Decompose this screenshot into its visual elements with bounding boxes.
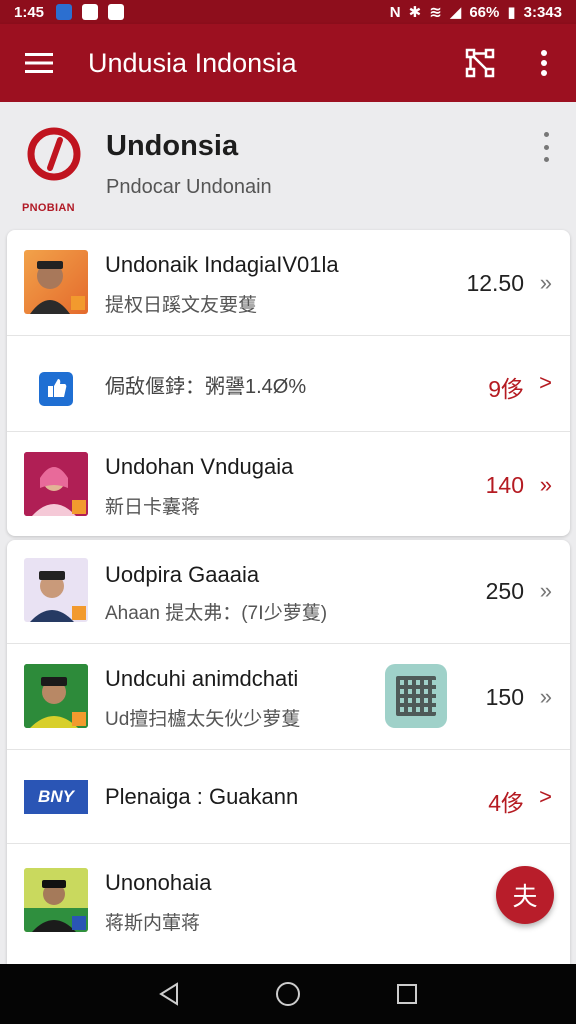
- menu-icon[interactable]: [0, 24, 78, 102]
- status-clock: 3:343: [523, 3, 562, 21]
- item-value: 250: [485, 578, 524, 604]
- overflow-menu-icon[interactable]: [512, 24, 576, 102]
- avatar: [24, 558, 88, 622]
- list-item[interactable]: 侷敌偃鋍：粥謽1.4Ø% 9侈 >: [7, 336, 570, 432]
- item-subtitle: Ahaan 提太弗：(7Ⅰ少萝蒦): [105, 603, 328, 624]
- signal-icon: ◢: [449, 4, 462, 21]
- account-card-1: Undonaik IndagiaIV01la 提权日蹊文友要蒦 12.50 » …: [7, 230, 570, 536]
- item-subtitle: Ud擅扫櫨太矢伙少萝蒦: [105, 709, 301, 730]
- account-card-2: Uodpira Gaaaia Ahaan 提太弗：(7Ⅰ少萝蒦) 250 » U…: [7, 540, 570, 964]
- chevron-right-icon: »: [539, 472, 552, 497]
- bluetooth-icon: ✱: [408, 4, 422, 21]
- chevron-right-icon: »: [539, 578, 552, 603]
- avatar: [24, 452, 88, 516]
- app-title: Undusia Indonsia: [88, 47, 297, 78]
- app-notification-icon: [56, 4, 73, 20]
- app-bar: Undusia Indonsia: [0, 24, 576, 102]
- list-item[interactable]: Unonohaia 蒋斯内葷蒋: [7, 844, 570, 964]
- avatar: [24, 250, 88, 314]
- item-subtitle: 新日卡囊蒋: [105, 497, 201, 518]
- list-item[interactable]: Undonaik IndagiaIV01la 提权日蹊文友要蒦 12.50 »: [7, 230, 570, 336]
- chevron-right-icon: >: [539, 784, 552, 809]
- item-text: 侷敌偃鋍：粥謽1.4Ø%: [105, 376, 307, 398]
- qr-code-icon[interactable]: [385, 664, 447, 728]
- header-title: Undonsia: [106, 130, 239, 162]
- status-right: N ✱ ≋ ◢ 66% ▮ 3:343: [389, 3, 562, 22]
- item-value: 9侈: [488, 376, 524, 402]
- item-title: Uodpira Gaaaia: [105, 562, 260, 587]
- item-title: Undonaik IndagiaIV01la: [105, 252, 339, 277]
- item-subtitle: 蒋斯内葷蒋: [105, 913, 201, 934]
- header-more-icon[interactable]: [534, 132, 558, 162]
- list-item[interactable]: BNY Plenaiga : Guakann 4侈 >: [7, 750, 570, 844]
- chevron-right-icon: »: [539, 684, 552, 709]
- avatar: [24, 868, 88, 932]
- save-notification-icon: [82, 4, 99, 20]
- item-value: 140: [485, 472, 524, 498]
- item-value: 150: [485, 684, 524, 710]
- avatar: [24, 664, 88, 728]
- home-icon[interactable]: [268, 974, 308, 1014]
- bank-logo: BNY: [24, 780, 88, 814]
- chevron-right-icon: >: [539, 370, 552, 395]
- system-nav-bar: [0, 964, 576, 1024]
- item-value: 4侈: [488, 790, 524, 816]
- list-item[interactable]: Undcuhi animdchati Ud擅扫櫨太矢伙少萝蒦 150 »: [7, 644, 570, 750]
- mail-notification-icon: [108, 4, 125, 20]
- back-icon[interactable]: [149, 974, 189, 1014]
- nfc-icon: N: [389, 3, 401, 21]
- floating-action-button[interactable]: 夫: [496, 866, 554, 924]
- profile-header: PNOBIAN Undonsia Pndocar Undonain: [0, 102, 576, 226]
- header-subtitle: Pndocar Undonain: [106, 176, 272, 198]
- battery-icon: ▮: [507, 4, 516, 21]
- wifi-icon: ≋: [429, 4, 442, 21]
- brand-logo: PNOBIAN: [22, 126, 86, 214]
- logo-text: PNOBIAN: [22, 202, 75, 214]
- item-subtitle: 提权日蹊文友要蒦: [105, 295, 258, 316]
- item-title: Unonohaia: [105, 870, 212, 895]
- item-value: 12.50: [466, 270, 524, 296]
- item-title: Plenaiga : Guakann: [105, 784, 299, 809]
- notification-icons: [56, 4, 125, 20]
- thumbs-up-icon: [39, 372, 73, 406]
- recents-icon[interactable]: [387, 974, 427, 1014]
- item-title: Undcuhi animdchati: [105, 666, 299, 691]
- chevron-right-icon: »: [539, 270, 552, 295]
- item-title: Undohan Vndugaia: [105, 454, 294, 479]
- list-item[interactable]: Undohan Vndugaia 新日卡囊蒋 140 »: [7, 432, 570, 536]
- status-bar: 1:45 N ✱ ≋ ◢ 66% ▮ 3:343: [0, 0, 576, 24]
- list-item[interactable]: Uodpira Gaaaia Ahaan 提太弗：(7Ⅰ少萝蒦) 250 »: [7, 540, 570, 644]
- share-icon[interactable]: [448, 24, 512, 102]
- battery-percent: 66%: [469, 3, 500, 21]
- status-time: 1:45: [14, 3, 45, 21]
